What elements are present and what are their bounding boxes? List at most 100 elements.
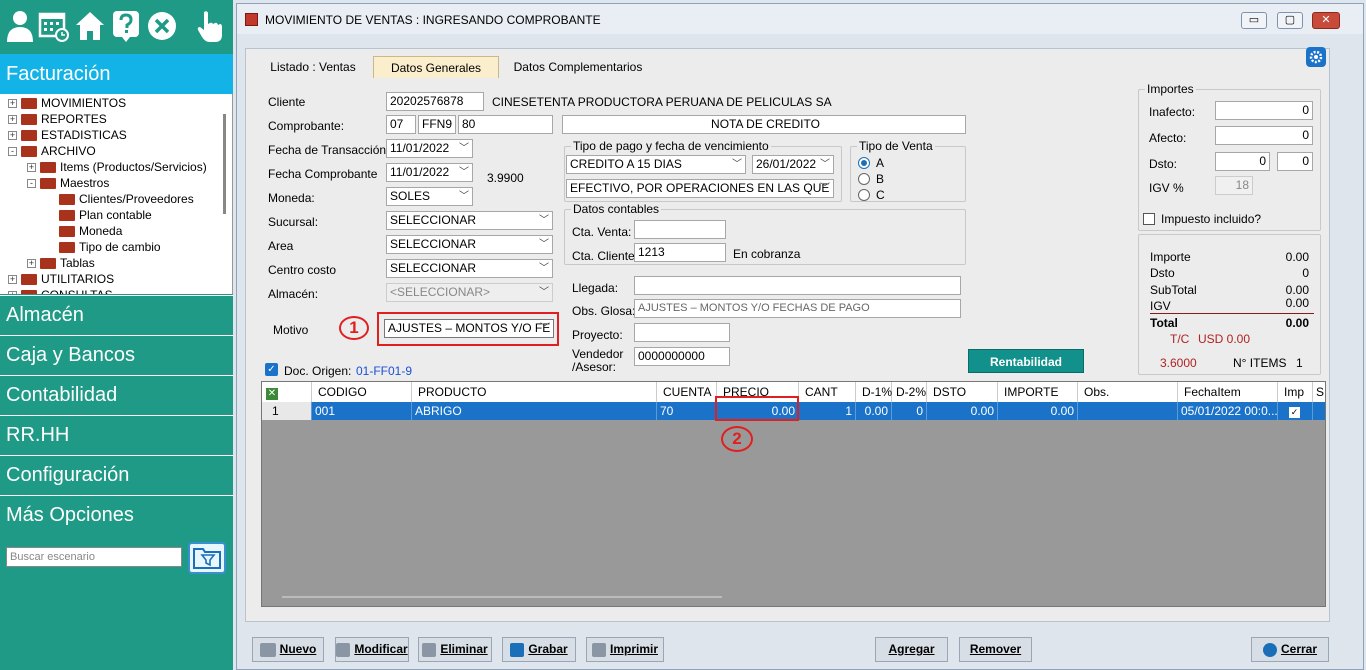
tipo-venta-radio-b[interactable] xyxy=(858,173,870,185)
module-facturacion[interactable]: Facturación xyxy=(0,54,233,94)
search-filter-button[interactable] xyxy=(188,542,226,574)
tab-listado-ventas[interactable]: Listado : Ventas xyxy=(265,56,361,78)
tree-expander-icon[interactable]: + xyxy=(8,99,17,109)
user-icon[interactable] xyxy=(4,8,36,44)
cell-d1[interactable]: 0.00 xyxy=(856,402,892,420)
tree-expander-icon[interactable]: + xyxy=(27,259,36,269)
cell-obs[interactable] xyxy=(1078,402,1178,420)
module-button[interactable]: Almacén xyxy=(0,295,233,334)
cell-s[interactable] xyxy=(1313,402,1325,420)
remover-button[interactable]: Remover xyxy=(959,637,1032,662)
dsto-input-2[interactable]: 0 xyxy=(1277,152,1313,171)
agregar-button[interactable]: Agregar xyxy=(875,637,948,662)
grabar-button[interactable]: Grabar xyxy=(502,637,576,662)
minimize-button[interactable]: ▭ xyxy=(1241,12,1267,29)
search-scenario-input[interactable]: Buscar escenario xyxy=(6,547,182,567)
fecha-vencimiento-picker[interactable]: 26/01/2022 ﹀ xyxy=(752,155,834,174)
area-select[interactable]: SELECCIONAR ﹀ xyxy=(386,235,553,254)
tab-datos-complementarios[interactable]: Datos Complementarios xyxy=(509,56,647,78)
tree-item[interactable]: + REPORTES xyxy=(8,111,107,127)
centro-costo-select[interactable]: SELECCIONAR ﹀ xyxy=(386,259,553,278)
tree-item[interactable]: + Tablas xyxy=(27,255,95,271)
comprobante-numero-input[interactable]: 80 xyxy=(458,115,553,134)
col-d1[interactable]: D-1% xyxy=(856,382,892,402)
module-button[interactable]: Caja y Bancos xyxy=(0,335,233,374)
col-obs[interactable]: Obs. xyxy=(1078,382,1178,402)
tree-item[interactable]: + MOVIMIENTOS xyxy=(8,95,126,111)
imprimir-button[interactable]: Imprimir xyxy=(586,637,664,662)
cell-dsto[interactable]: 0.00 xyxy=(927,402,998,420)
inafecto-input[interactable]: 0 xyxy=(1215,101,1313,120)
col-dsto[interactable]: DSTO xyxy=(927,382,998,402)
col-s[interactable]: S xyxy=(1313,382,1325,402)
cliente-ruc-input[interactable]: 20202576878 xyxy=(386,92,484,111)
doc-origen-checkbox[interactable]: ✓ xyxy=(265,363,278,376)
nuevo-button[interactable]: Nuevo xyxy=(252,637,324,662)
cell-cuenta[interactable]: 70 xyxy=(657,402,717,420)
cta-cliente-input[interactable]: 1213 xyxy=(634,243,726,262)
module-button[interactable]: Configuración xyxy=(0,455,233,494)
tree-item[interactable]: Clientes/Proveedores xyxy=(46,191,194,207)
rentabilidad-button[interactable]: Rentabilidad xyxy=(968,349,1084,373)
tree-expander-icon[interactable]: + xyxy=(8,275,17,285)
tree-expander-icon[interactable]: - xyxy=(8,147,17,157)
motivo-select[interactable]: AJUSTES – MONTOS Y/O FE ﹀ xyxy=(384,319,554,338)
tree-item[interactable]: Moneda xyxy=(46,223,122,239)
obs-glosa-input[interactable]: AJUSTES – MONTOS Y/O FECHAS DE PAGO xyxy=(634,299,961,318)
cta-venta-input[interactable] xyxy=(634,220,726,239)
almacen-select[interactable]: <SELECCIONAR> ﹀ xyxy=(386,283,553,302)
imp-checkbox[interactable]: ✓ xyxy=(1289,407,1300,418)
cell-fechaitem[interactable]: 05/01/2022 00:0... xyxy=(1178,402,1278,420)
tree-item[interactable]: + UTILITARIOS xyxy=(8,271,114,287)
eliminar-button[interactable]: Eliminar xyxy=(418,637,492,662)
vendedor-input[interactable]: 0000000000 xyxy=(634,347,730,366)
doc-origen-link[interactable]: 01-FF01-9 xyxy=(356,364,412,378)
tipo-venta-radio-a[interactable] xyxy=(858,157,870,169)
col-codigo[interactable]: CODIGO xyxy=(312,382,412,402)
tree-expander-icon[interactable]: - xyxy=(27,179,36,189)
tree-scrollbar[interactable] xyxy=(223,114,226,214)
sucursal-select[interactable]: SELECCIONAR ﹀ xyxy=(386,211,553,230)
comprobante-tipo-input[interactable]: 07 xyxy=(386,115,416,134)
module-button[interactable]: Más Opciones xyxy=(0,495,233,534)
fecha-comprobante-picker[interactable]: 11/01/2022 ﹀ xyxy=(386,163,473,182)
close-icon[interactable] xyxy=(146,8,178,44)
modificar-button[interactable]: Modificar xyxy=(335,637,409,662)
igv-input[interactable]: 18 xyxy=(1215,176,1253,195)
fecha-transaccion-picker[interactable]: 11/01/2022 ﹀ xyxy=(386,139,473,158)
medio-pago-select[interactable]: EFECTIVO, POR OPERACIONES EN LAS QUE NO ﹀ xyxy=(566,179,834,198)
tree-item[interactable]: + ESTADISTICAS xyxy=(8,127,127,143)
col-imp[interactable]: Imp xyxy=(1278,382,1313,402)
moneda-select[interactable]: SOLES ﹀ xyxy=(386,187,473,206)
col-producto[interactable]: PRODUCTO xyxy=(412,382,657,402)
settings-icon[interactable] xyxy=(1306,47,1326,67)
col-cant[interactable]: CANT xyxy=(799,382,856,402)
grid-horizontal-scrollbar[interactable] xyxy=(282,596,722,598)
afecto-input[interactable]: 0 xyxy=(1215,126,1313,145)
grid-select-all-icon[interactable]: ✕ xyxy=(262,382,312,402)
tipo-pago-select[interactable]: CREDITO A 15 DIAS ﹀ xyxy=(566,155,746,174)
col-cuenta[interactable]: CUENTA xyxy=(657,382,717,402)
tree-item[interactable]: + Items (Productos/Servicios) xyxy=(27,159,207,175)
close-window-button[interactable]: ✕ xyxy=(1312,12,1340,29)
tree-expander-icon[interactable]: + xyxy=(8,291,17,294)
cell-producto[interactable]: ABRIGO xyxy=(412,402,657,420)
cerrar-button[interactable]: Cerrar xyxy=(1251,637,1329,662)
hand-pointer-icon[interactable] xyxy=(194,8,226,44)
row-number[interactable]: 1 xyxy=(262,402,312,420)
cell-codigo[interactable]: 001 xyxy=(312,402,412,420)
cell-importe[interactable]: 0.00 xyxy=(998,402,1078,420)
cell-imp[interactable]: ✓ xyxy=(1278,402,1313,420)
maximize-button[interactable]: ▢ xyxy=(1277,12,1303,29)
home-icon[interactable] xyxy=(74,8,106,44)
comprobante-serie-input[interactable]: FFN9 xyxy=(418,115,456,134)
help-icon[interactable] xyxy=(110,8,142,44)
tree-expander-icon[interactable]: + xyxy=(8,115,17,125)
col-importe[interactable]: IMPORTE xyxy=(998,382,1078,402)
tree-item[interactable]: - Maestros xyxy=(27,175,109,191)
module-button[interactable]: RR.HH xyxy=(0,415,233,454)
tree-item[interactable]: Tipo de cambio xyxy=(46,239,161,255)
col-d2[interactable]: D-2% xyxy=(892,382,927,402)
tree-expander-icon[interactable]: + xyxy=(27,163,36,173)
cell-d2[interactable]: 0 xyxy=(892,402,927,420)
